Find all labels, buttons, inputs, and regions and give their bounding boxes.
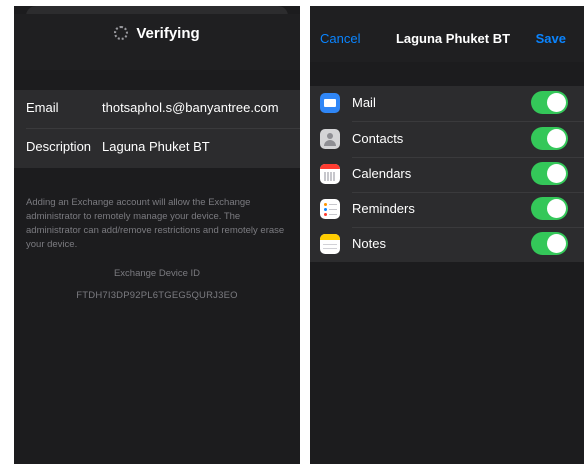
contacts-label: Contacts — [352, 131, 404, 146]
email-value[interactable]: thotsaphol.s@banyantree.com — [102, 100, 279, 115]
list-item-notes[interactable]: Notes — [310, 227, 584, 262]
nav-bar: Cancel Laguna Phuket BT Save — [310, 6, 584, 62]
verifying-label: Verifying — [136, 25, 200, 42]
reminders-label: Reminders — [352, 201, 415, 216]
verifying-status: Verifying — [14, 25, 300, 42]
contacts-toggle[interactable] — [531, 127, 568, 150]
reminders-toggle[interactable] — [531, 197, 568, 220]
email-label: Email — [26, 100, 59, 115]
notes-icon — [320, 234, 340, 254]
list-item-contacts[interactable]: Contacts — [310, 122, 584, 157]
exchange-disclaimer: Adding an Exchange account will allow th… — [26, 197, 285, 250]
mail-toggle[interactable] — [531, 91, 568, 114]
contacts-icon — [320, 129, 340, 149]
device-id-title: Exchange Device ID — [113, 268, 201, 279]
left-screen: Verifying Email thotsaphol.s@banyantree.… — [14, 6, 300, 464]
device-id-value: FTDH7I3DP92PL6TGEG5QURJ3EO — [76, 290, 238, 301]
account-fields-group: Email thotsaphol.s@banyantree.com Descri… — [14, 90, 300, 168]
mail-icon — [320, 93, 340, 113]
description-label: Description — [26, 139, 92, 154]
description-value[interactable]: Laguna Phuket BT — [102, 139, 210, 154]
mail-label: Mail — [352, 95, 376, 110]
notes-label: Notes — [352, 236, 386, 251]
calendar-icon — [320, 164, 340, 184]
spinner-icon — [114, 26, 129, 40]
right-screen: Cancel Laguna Phuket BT Save Mail Contac… — [310, 6, 584, 464]
reminders-icon — [320, 199, 340, 219]
list-item-mail[interactable]: Mail — [310, 86, 584, 121]
description-row[interactable]: Description Laguna Phuket BT — [14, 129, 300, 167]
verifying-header — [14, 14, 300, 70]
save-button[interactable]: Save — [536, 31, 566, 46]
calendars-label: Calendars — [352, 166, 412, 181]
notes-toggle[interactable] — [531, 232, 568, 255]
email-row[interactable]: Email thotsaphol.s@banyantree.com — [14, 90, 300, 128]
sync-options-list: Mail Contacts Calendars Reminders Notes — [310, 86, 584, 262]
calendars-toggle[interactable] — [531, 162, 568, 185]
list-item-reminders[interactable]: Reminders — [310, 192, 584, 227]
list-item-calendars[interactable]: Calendars — [310, 157, 584, 192]
